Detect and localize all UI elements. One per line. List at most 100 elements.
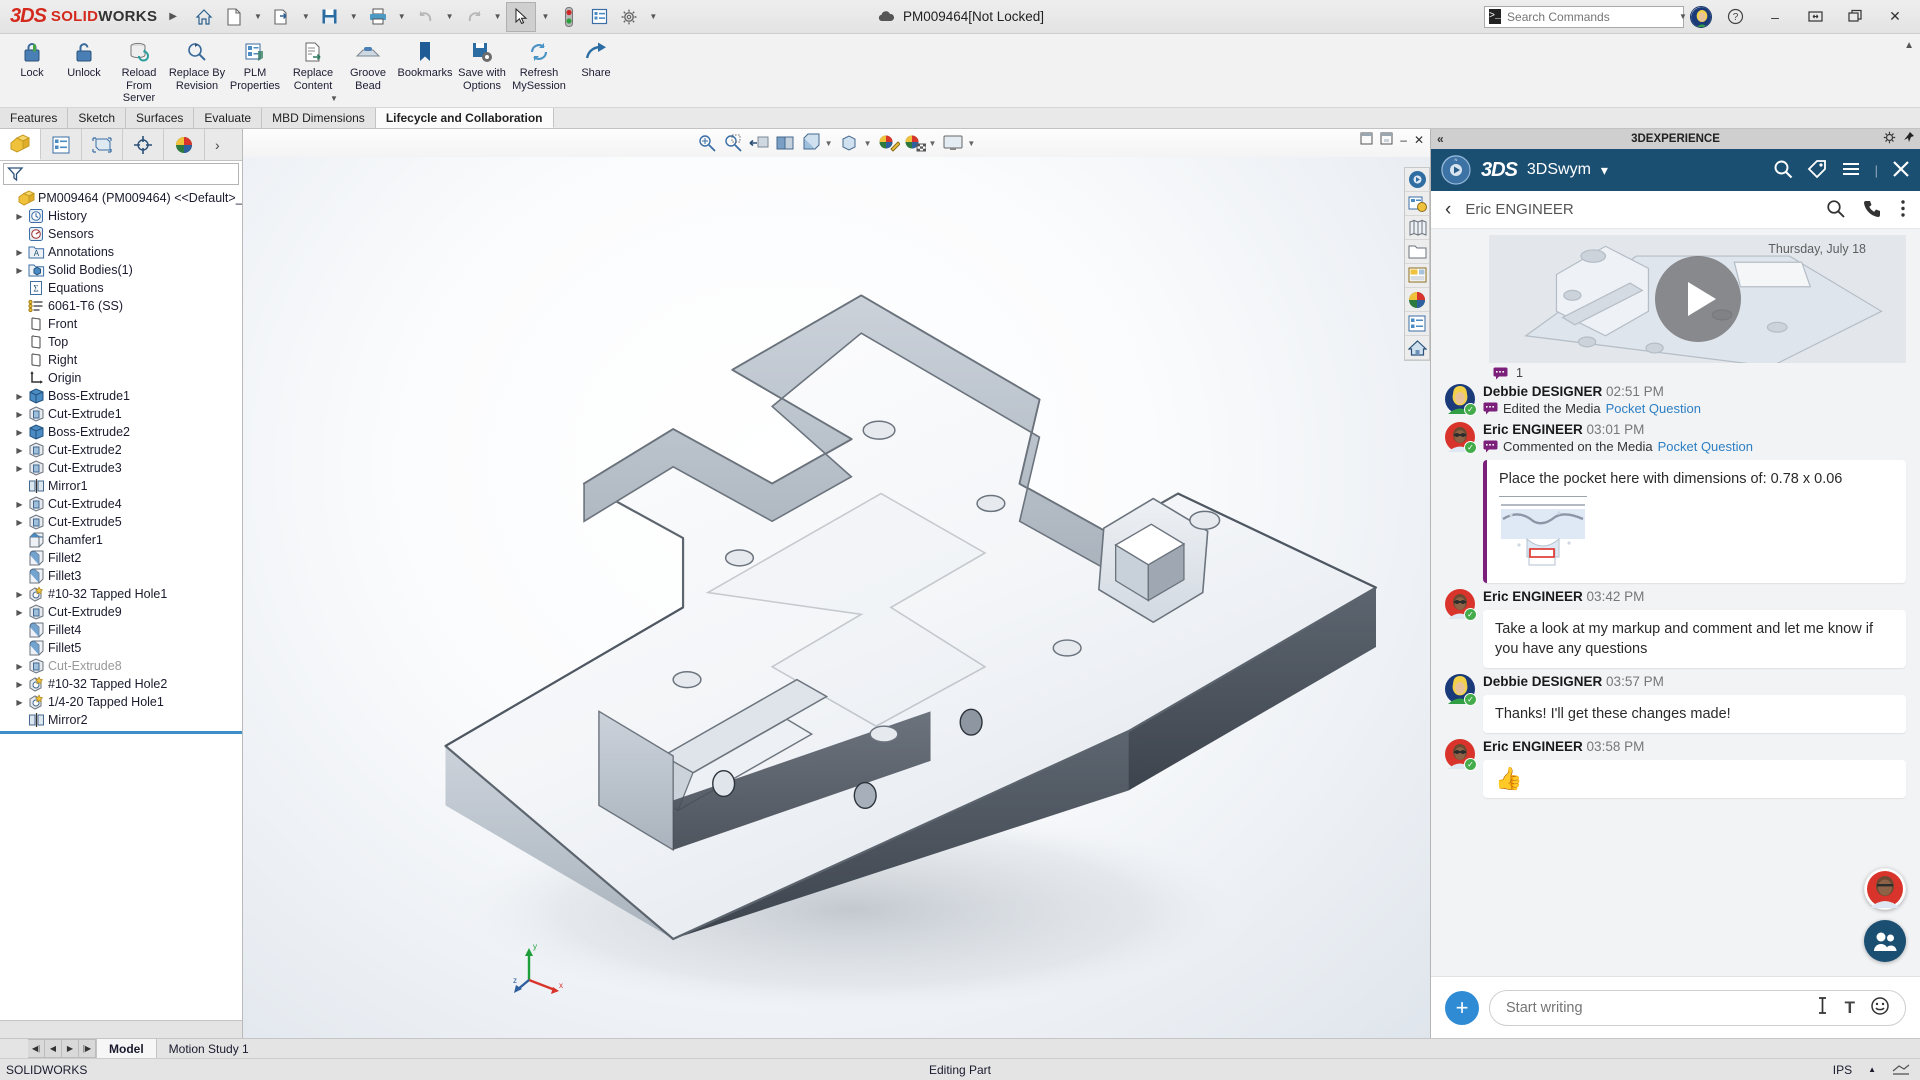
3dexperience-compass-icon[interactable]: [1405, 168, 1429, 192]
close-icon[interactable]: [1892, 160, 1910, 181]
tag-icon[interactable]: [1807, 159, 1827, 182]
custom-properties-icon[interactable]: [1405, 312, 1429, 336]
edit-appearance-icon[interactable]: [877, 131, 901, 155]
tab-mbd-dimensions[interactable]: MBD Dimensions: [262, 108, 376, 128]
tree-item[interactable]: ▶ Cut-Extrude1: [0, 405, 242, 423]
zoom-to-area-icon[interactable]: [721, 131, 745, 155]
nav-next-button[interactable]: ▶: [62, 1039, 79, 1058]
nav-prev-button[interactable]: ◀: [45, 1039, 62, 1058]
tree-item[interactable]: Mirror2: [0, 711, 242, 729]
undo-icon[interactable]: [411, 2, 441, 32]
tree-expand-arrow[interactable]: ▶: [14, 662, 25, 671]
task-pane-resources-icon[interactable]: [1405, 192, 1429, 216]
tree-expand-arrow[interactable]: ▶: [14, 248, 25, 257]
minimize-button[interactable]: –: [1758, 2, 1792, 32]
play-icon[interactable]: [1654, 256, 1741, 342]
user-avatar[interactable]: [1690, 5, 1712, 28]
close-button[interactable]: ✕: [1878, 2, 1912, 32]
tree-item[interactable]: ▶ History: [0, 207, 242, 225]
home-icon[interactable]: [189, 2, 219, 32]
select-dropdown[interactable]: ▼: [536, 12, 554, 21]
ribbon-bookmarks[interactable]: Bookmarks: [394, 37, 456, 80]
tree-item[interactable]: Fillet5: [0, 639, 242, 657]
rebuild-icon[interactable]: [554, 2, 584, 32]
tab-sketch[interactable]: Sketch: [68, 108, 127, 128]
feature-tree-filter[interactable]: [3, 163, 239, 185]
tree-expand-arrow[interactable]: ▶: [14, 212, 25, 221]
hide-show-dropdown[interactable]: ▼: [864, 139, 872, 148]
tree-item[interactable]: Top: [0, 333, 242, 351]
tree-expand-arrow[interactable]: ▶: [14, 428, 25, 437]
tree-expand-arrow[interactable]: ▶: [14, 446, 25, 455]
new-document-dropdown[interactable]: ▼: [249, 12, 267, 21]
tree-item[interactable]: ▶ Boss-Extrude2: [0, 423, 242, 441]
open-document-icon[interactable]: [267, 2, 297, 32]
rollback-bar[interactable]: [0, 731, 242, 734]
composer-field[interactable]: T: [1489, 989, 1906, 1026]
media-link[interactable]: Pocket Question: [1606, 401, 1701, 416]
options-gear-icon[interactable]: [614, 2, 644, 32]
home-panel-icon[interactable]: [1405, 336, 1429, 360]
redo-icon[interactable]: [459, 2, 489, 32]
tab-lifecycle-and-collaboration[interactable]: Lifecycle and Collaboration: [375, 108, 554, 128]
ribbon-lock[interactable]: Lock: [6, 37, 58, 80]
more-options-icon[interactable]: [1900, 199, 1906, 221]
help-button[interactable]: ?: [1718, 2, 1752, 32]
message-input[interactable]: [1506, 999, 1800, 1016]
save-icon[interactable]: [315, 2, 345, 32]
sub-close-icon[interactable]: ✕: [1414, 133, 1424, 147]
3d-model[interactable]: [243, 157, 1430, 1038]
tree-item[interactable]: Σ Equations: [0, 279, 242, 297]
user-presence-avatar[interactable]: [1864, 868, 1906, 910]
avatar[interactable]: ✓: [1445, 674, 1477, 706]
viewport-layout-dropdown[interactable]: ▼: [967, 139, 975, 148]
markup-thumbnail[interactable]: [1499, 496, 1587, 575]
tree-expand-arrow[interactable]: ▶: [14, 698, 25, 707]
display-style-icon[interactable]: [799, 131, 823, 155]
tree-item[interactable]: ▶ #10-32 Tapped Hole1: [0, 585, 242, 603]
ribbon-reload-from-server[interactable]: Reload From Server: [110, 37, 168, 105]
call-icon[interactable]: [1863, 199, 1882, 221]
sub-maximize-icon[interactable]: [1380, 132, 1393, 148]
text-cursor-icon[interactable]: [1816, 997, 1829, 1018]
print-dropdown[interactable]: ▼: [393, 12, 411, 21]
section-view-icon[interactable]: [747, 131, 771, 155]
avatar[interactable]: ✓: [1445, 739, 1477, 771]
feature-tree[interactable]: PM009464 (PM009464) <<Default>_Phot ▶ His…: [0, 187, 242, 1020]
people-fab[interactable]: [1864, 920, 1906, 962]
tree-expand-arrow[interactable]: ▶: [14, 500, 25, 509]
media-thumbnail[interactable]: Thursday, July 18: [1489, 235, 1906, 363]
print-icon[interactable]: [363, 2, 393, 32]
tree-expand-arrow[interactable]: ▶: [14, 392, 25, 401]
tree-expand-arrow[interactable]: ▶: [14, 518, 25, 527]
display-manager-tab[interactable]: [164, 129, 205, 160]
file-properties-icon[interactable]: [584, 2, 614, 32]
tree-item[interactable]: Front: [0, 315, 242, 333]
redo-dropdown[interactable]: ▼: [489, 12, 507, 21]
tab-features[interactable]: Features: [0, 108, 69, 128]
apply-scene-dropdown[interactable]: ▼: [929, 139, 937, 148]
view-orientation-icon[interactable]: [773, 131, 797, 155]
emoji-icon[interactable]: [1871, 996, 1889, 1019]
avatar[interactable]: ✓: [1445, 422, 1477, 454]
options-dropdown[interactable]: ▼: [644, 12, 662, 21]
ribbon-share[interactable]: Share: [570, 37, 622, 80]
display-style-dropdown[interactable]: ▼: [825, 139, 833, 148]
media-card[interactable]: Thursday, July 18 1: [1489, 235, 1906, 380]
tab-motion-study-1[interactable]: Motion Study 1: [156, 1039, 261, 1058]
search-icon[interactable]: [1773, 159, 1793, 182]
tree-item[interactable]: ▶ Solid Bodies(1): [0, 261, 242, 279]
sub-restore-icon[interactable]: [1360, 132, 1373, 148]
search-input[interactable]: [1507, 9, 1663, 24]
tree-item[interactable]: ▶ Cut-Extrude9: [0, 603, 242, 621]
file-explorer-icon[interactable]: [1405, 240, 1429, 264]
tab-evaluate[interactable]: Evaluate: [194, 108, 263, 128]
add-attachment-button[interactable]: +: [1445, 990, 1479, 1025]
design-library-icon[interactable]: [1405, 216, 1429, 240]
ribbon-expand-caret[interactable]: ▼: [330, 94, 338, 103]
tab-model[interactable]: Model: [96, 1039, 157, 1058]
tree-expand-arrow[interactable]: ▶: [14, 590, 25, 599]
tree-item[interactable]: ▶ Cut-Extrude2: [0, 441, 242, 459]
sub-minimize-icon[interactable]: –: [1400, 133, 1407, 147]
tab-surfaces[interactable]: Surfaces: [126, 108, 195, 128]
